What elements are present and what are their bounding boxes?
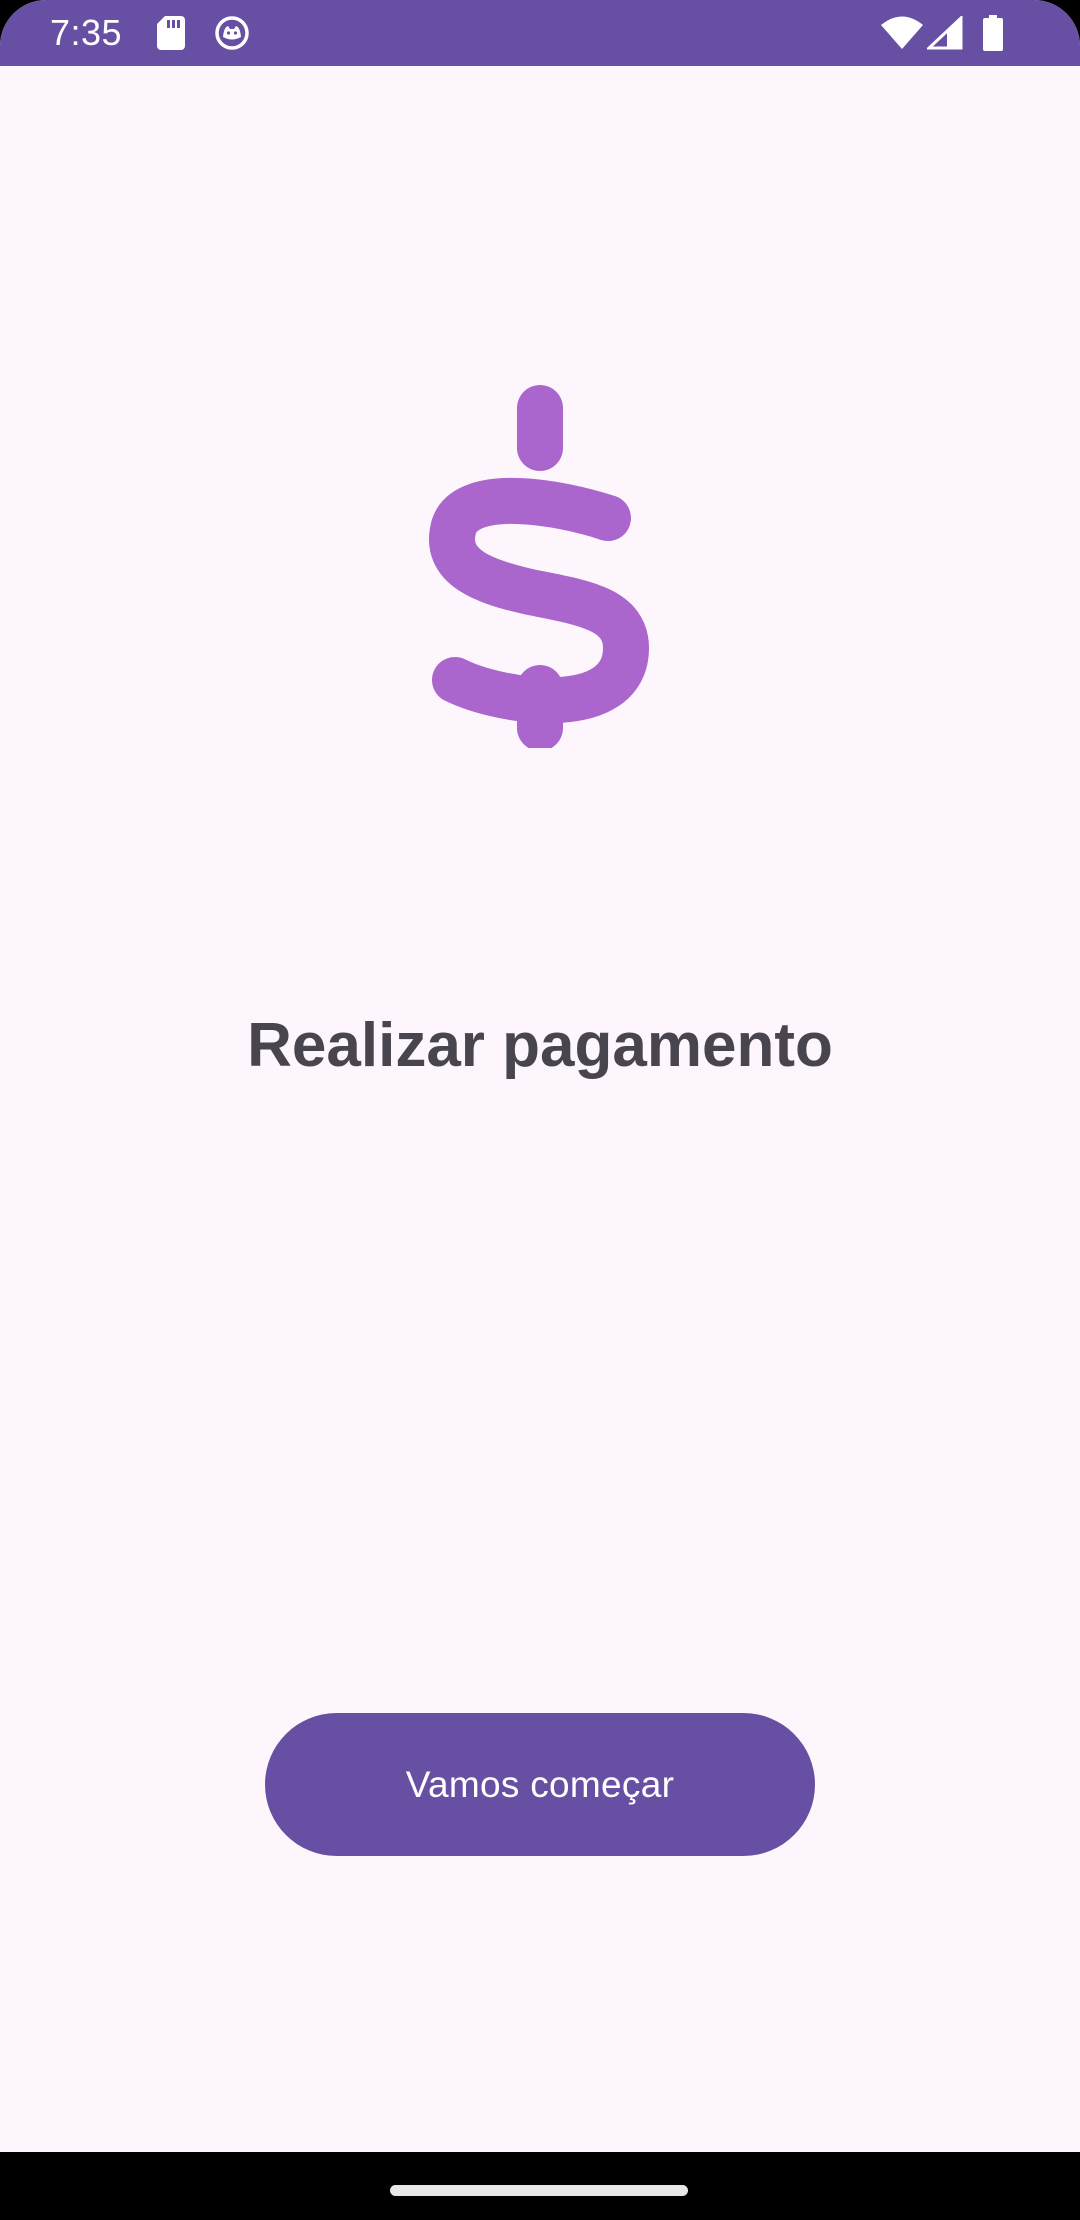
- app-screen: 7:35 Realizar pagamento Vamos começar: [0, 0, 1080, 2220]
- dollar-icon: [420, 348, 660, 751]
- status-time: 7:35: [50, 12, 123, 53]
- battery-icon: [980, 0, 1006, 66]
- page-title: Realizar pagamento: [247, 1011, 833, 1080]
- signal-icon: [926, 0, 964, 66]
- cat-face-icon: [214, 0, 250, 66]
- navigation-bar: [0, 2152, 1080, 2220]
- status-bar: 7:35: [0, 0, 1080, 66]
- home-gesture-handle[interactable]: [390, 2185, 688, 2196]
- start-button[interactable]: Vamos começar: [265, 1713, 815, 1856]
- sd-card-icon: [156, 0, 186, 66]
- wifi-icon: [880, 0, 924, 66]
